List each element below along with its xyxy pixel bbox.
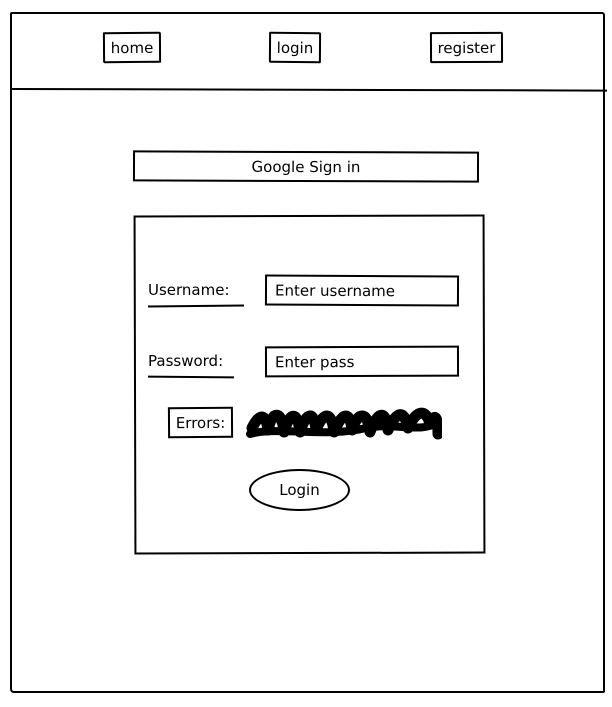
errors-label-box: Errors: — [167, 406, 234, 439]
google-signin-label: Google Sign in — [251, 157, 361, 176]
nav-login-label: login — [276, 38, 314, 57]
login-submit-label: Login — [279, 481, 320, 499]
password-input[interactable] — [264, 345, 460, 378]
nav-home-label: home — [110, 38, 154, 57]
nav-home-button[interactable]: home — [102, 31, 162, 64]
google-signin-button[interactable]: Google Sign in — [132, 150, 480, 183]
nav-register-button[interactable]: register — [429, 31, 504, 64]
nav-register-label: register — [437, 38, 496, 57]
password-label: Password: — [148, 352, 224, 370]
nav-login-button[interactable]: login — [268, 31, 322, 64]
errors-label: Errors: — [175, 413, 226, 432]
error-scribble-placeholder — [246, 407, 442, 440]
username-input[interactable] — [264, 274, 460, 307]
login-submit-button[interactable]: Login — [249, 469, 350, 511]
username-label: Username: — [148, 281, 230, 299]
